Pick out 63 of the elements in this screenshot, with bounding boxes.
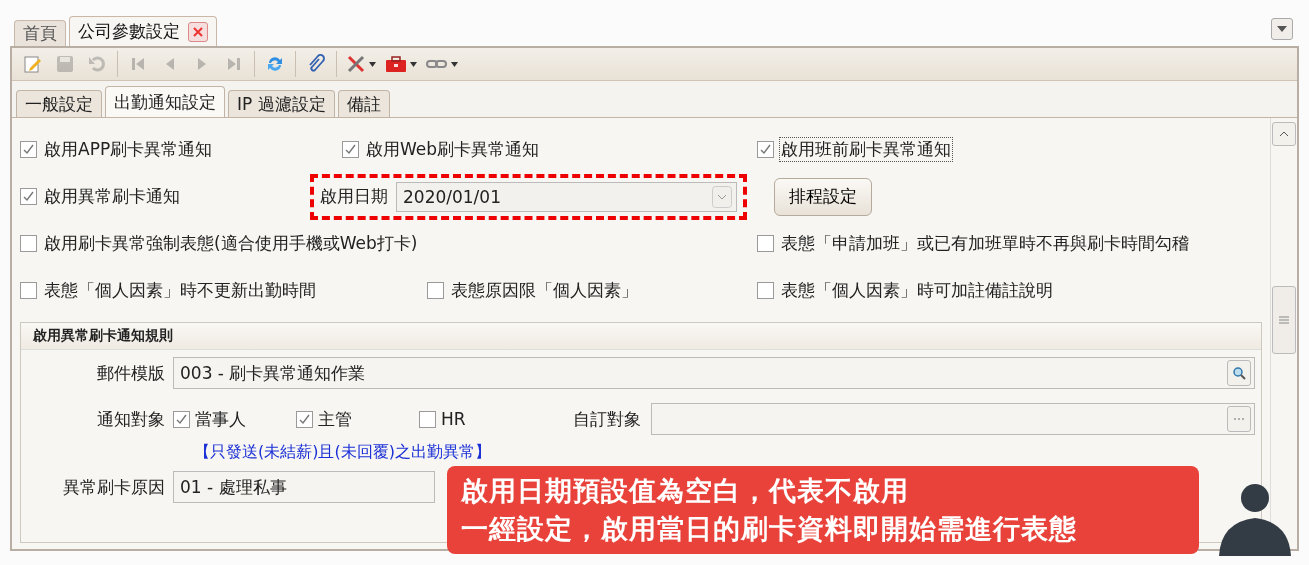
grip-icon: [1279, 316, 1289, 324]
field-label: 啟用日期: [320, 185, 388, 208]
checkbox-label: 啟用Web刷卡異常通知: [365, 138, 541, 161]
callout-text: 一經設定，啟用當日的刷卡資料即開始需進行表態: [461, 512, 1078, 546]
more-icon: [1227, 406, 1251, 432]
checkbox-label: 啟用刷卡異常強制表態(適合使用手機或Web打卡): [43, 232, 419, 255]
checkbox[interactable]: [20, 282, 37, 299]
custom-recipient-field[interactable]: [651, 403, 1255, 435]
checkbox[interactable]: [20, 235, 37, 252]
checkbox-label: HR: [441, 409, 466, 429]
dropdown-button[interactable]: [1271, 18, 1293, 40]
form-tab[interactable]: 出勤通知設定: [105, 86, 225, 117]
field-label: 異常刷卡原因: [62, 475, 166, 499]
note-text: 【只發送(未結薪)且(未回覆)之出勤異常】: [194, 442, 491, 461]
search-icon: [1227, 360, 1251, 386]
checkbox[interactable]: [419, 410, 436, 428]
caret-icon: [1277, 26, 1287, 32]
edit-icon: [23, 54, 43, 74]
refresh-icon: [265, 54, 285, 74]
checkbox[interactable]: [427, 282, 444, 299]
template-field[interactable]: 003 - 刷卡異常通知作業: [173, 357, 1255, 389]
scroll-thumb[interactable]: [1272, 286, 1296, 354]
callout-text: 啟用日期預設值為空白，代表不啟用: [461, 474, 910, 508]
page-tab[interactable]: 首頁: [14, 20, 66, 46]
checkbox[interactable]: [757, 141, 774, 158]
chevron-up-icon: [1279, 131, 1289, 137]
checkbox-label: 啟用異常刷卡通知: [43, 185, 181, 208]
checkbox-label: 表態「申請加班」或已有加班單時不再與刷卡時間勾稽: [780, 232, 1190, 255]
checkbox-label: 主管: [318, 407, 352, 431]
checkbox[interactable]: [757, 235, 774, 252]
form-tab[interactable]: IP 過濾設定: [228, 90, 335, 117]
checkbox-label: 當事人: [195, 407, 246, 431]
caret-icon: [369, 61, 376, 67]
page-tab[interactable]: 公司參數設定: [69, 16, 217, 46]
tools-icon: [345, 53, 367, 75]
caret-icon: [451, 61, 458, 67]
undo-icon: [87, 54, 107, 74]
checkbox[interactable]: [342, 141, 359, 158]
checkbox-label: 啟用APP刷卡異常通知: [43, 138, 214, 161]
checkbox-label: 表態原因限「個人因素」: [450, 279, 639, 302]
checkbox-label: 表態「個人因素」時可加註備註說明: [780, 279, 1054, 302]
checkbox[interactable]: [20, 188, 37, 205]
form-tab[interactable]: 一般設定: [16, 90, 102, 117]
reason-field[interactable]: 01 - 處理私事: [173, 471, 435, 503]
field-label: 郵件模版: [96, 361, 166, 385]
form-tab[interactable]: 備註: [337, 90, 390, 117]
field-label: 通知對象: [96, 407, 166, 431]
checkbox[interactable]: [296, 410, 313, 428]
schedule-button[interactable]: 排程設定: [774, 177, 872, 216]
chevron-down-icon: [712, 185, 732, 208]
caret-icon: [410, 61, 417, 67]
checkbox[interactable]: [173, 410, 190, 428]
checkbox-label: 表態「個人因素」時不更新出勤時間: [43, 279, 317, 302]
date-field[interactable]: 2020/01/01: [396, 181, 737, 212]
checkbox[interactable]: [20, 141, 37, 158]
save-icon: [55, 54, 75, 74]
field-label: 自訂對象: [573, 407, 641, 431]
paperclip-icon: [306, 54, 326, 74]
close-icon[interactable]: [188, 21, 208, 42]
toolbox-icon: [384, 54, 408, 74]
checkbox-label: 啟用班前刷卡異常通知: [779, 137, 953, 162]
checkbox[interactable]: [757, 282, 774, 299]
scroll-up-button[interactable]: [1272, 122, 1296, 146]
